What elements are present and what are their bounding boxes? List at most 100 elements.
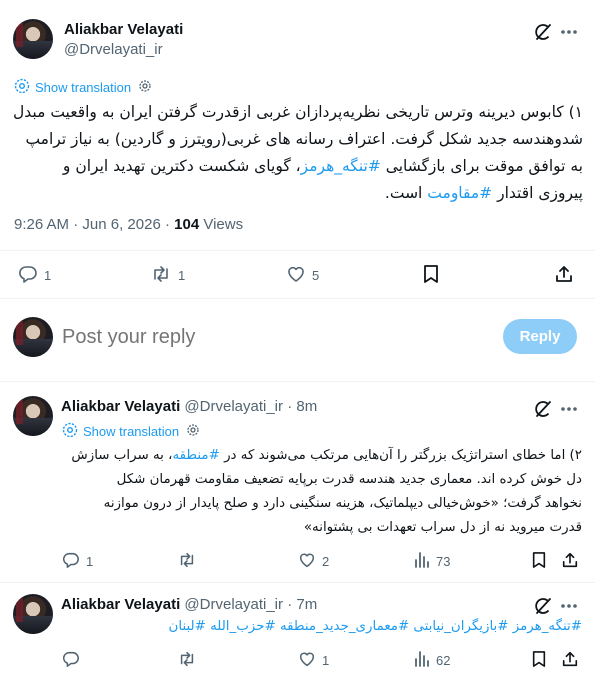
like-action[interactable]: 2 bbox=[298, 551, 329, 572]
translate-icon bbox=[62, 422, 78, 441]
bookmark-action[interactable] bbox=[422, 264, 440, 287]
share-action[interactable] bbox=[561, 650, 579, 671]
reply-button[interactable]: Reply bbox=[503, 319, 577, 354]
views-bars-icon bbox=[414, 650, 430, 671]
reply-bubble-icon bbox=[62, 650, 80, 671]
show-translation-label: Show translation bbox=[35, 80, 132, 95]
repost-action[interactable] bbox=[177, 551, 197, 572]
reply-bubble-icon bbox=[62, 551, 80, 572]
bookmark-icon bbox=[422, 264, 440, 287]
avatar bbox=[13, 317, 53, 357]
author-handle[interactable]: @Drvelayati_ir bbox=[184, 596, 283, 613]
bookmark-action[interactable] bbox=[531, 551, 547, 572]
divider bbox=[0, 298, 595, 299]
hashtag-link[interactable]: #مقاومت bbox=[427, 184, 492, 202]
like-action[interactable]: 5 bbox=[286, 264, 319, 287]
like-action[interactable]: 1 bbox=[298, 650, 329, 671]
tweet-text-line: قدرت میروید نه از دل سراب تعهدات بی پشتو… bbox=[303, 520, 582, 535]
meta-separator: · bbox=[287, 398, 293, 415]
reply-header: Aliakbar Velayati @Drvelayati_ir · 7m bbox=[61, 596, 317, 613]
views-label: Views bbox=[203, 216, 244, 233]
reply-bubble-icon bbox=[18, 264, 38, 287]
like-count: 1 bbox=[322, 653, 330, 668]
tweet-text-line: دل خوش کرده اند. معماری جدید هندسه قدرت … bbox=[116, 472, 582, 487]
heart-icon bbox=[286, 264, 306, 287]
bookmark-action[interactable] bbox=[531, 650, 547, 671]
author-handle[interactable]: @Drvelayati_ir bbox=[64, 41, 163, 58]
heart-icon bbox=[298, 551, 316, 572]
grok-slash-icon[interactable] bbox=[533, 596, 553, 616]
views-count: 62 bbox=[436, 653, 451, 668]
share-action[interactable] bbox=[554, 264, 574, 287]
author-name[interactable]: Aliakbar Velayati bbox=[61, 398, 180, 415]
avatar[interactable] bbox=[13, 396, 53, 436]
like-count: 2 bbox=[322, 554, 330, 569]
reply-input[interactable] bbox=[62, 322, 482, 352]
tweet-text-line: شدوهندسه جدید شکل گرفت. اعتراف رسانه های… bbox=[25, 130, 583, 148]
tweet-text-segment: ۲) اما خطای استراتژیک بزرگتر را آن‌هایی … bbox=[219, 448, 582, 463]
meta-separator: · bbox=[164, 216, 170, 233]
more-dots-icon[interactable] bbox=[560, 406, 578, 412]
repost-arrows-icon bbox=[177, 650, 197, 671]
views-action[interactable]: 73 bbox=[414, 551, 450, 572]
reply-action[interactable] bbox=[62, 650, 80, 671]
tweet-text-segment: به توافق موقت برای بازگشایی bbox=[380, 157, 583, 175]
heart-icon bbox=[298, 650, 316, 671]
tweet-meta: 9:26 AM · Jun 6, 2026 · 104 Views bbox=[14, 216, 243, 233]
reply-text: ۲) اما خطای استراتژیک بزرگتر را آن‌هایی … bbox=[60, 444, 582, 540]
divider bbox=[0, 582, 595, 583]
reply-action[interactable]: 1 bbox=[62, 551, 93, 572]
avatar[interactable] bbox=[13, 19, 53, 59]
meta-separator: · bbox=[73, 216, 79, 233]
repost-arrows-icon bbox=[150, 264, 172, 287]
views-count: 104 bbox=[174, 216, 200, 233]
show-translation-link[interactable]: Show translation bbox=[62, 422, 200, 441]
grok-slash-icon[interactable] bbox=[533, 399, 553, 419]
author-handle[interactable]: @Drvelayati_ir bbox=[184, 398, 283, 415]
views-bars-icon bbox=[414, 551, 430, 572]
tweet-text-segment: است. bbox=[384, 184, 428, 202]
meta-separator: · bbox=[287, 596, 293, 613]
repost-action[interactable] bbox=[177, 650, 197, 671]
hashtag-list[interactable]: #تنگه_هرمز #بازیگران_نیابتی #معماری_جدید… bbox=[60, 616, 582, 638]
tweet-time[interactable]: 9:26 AM bbox=[14, 216, 69, 233]
post-age[interactable]: 8m bbox=[296, 398, 317, 415]
settings-gear-icon[interactable] bbox=[186, 423, 200, 440]
tweet-text-line: ۱) کابوس دیرینه وترس تاریخی نظریه‌پردازا… bbox=[13, 103, 583, 121]
share-upload-icon bbox=[561, 650, 579, 671]
tweet-date[interactable]: Jun 6, 2026 bbox=[82, 216, 160, 233]
translate-icon bbox=[14, 78, 30, 97]
bookmark-icon bbox=[531, 650, 547, 671]
more-dots-icon[interactable] bbox=[560, 29, 578, 35]
reply-count: 1 bbox=[44, 268, 52, 283]
repost-arrows-icon bbox=[177, 551, 197, 572]
show-translation-link[interactable]: Show translation bbox=[14, 78, 152, 97]
like-count: 5 bbox=[312, 268, 320, 283]
reply-header: Aliakbar Velayati @Drvelayati_ir · 8m bbox=[61, 398, 317, 415]
tweet-text-line: به توافق موقت برای بازگشایی #تنگه_هرمز، … bbox=[12, 153, 583, 180]
reply-count: 1 bbox=[86, 554, 94, 569]
divider bbox=[0, 381, 595, 382]
repost-action[interactable]: 1 bbox=[150, 264, 185, 287]
more-dots-icon[interactable] bbox=[560, 603, 578, 609]
author-name[interactable]: Aliakbar Velayati bbox=[64, 21, 183, 38]
avatar[interactable] bbox=[13, 594, 53, 634]
tweet-text-segment: ، گویای شکست دکترین تهدید ایران و bbox=[62, 157, 301, 175]
author-name[interactable]: Aliakbar Velayati bbox=[61, 596, 180, 613]
settings-gear-icon[interactable] bbox=[138, 79, 152, 96]
share-upload-icon bbox=[554, 264, 574, 287]
tweet-text-line: پیروزی اقتدار #مقاومت است. bbox=[12, 180, 583, 207]
share-upload-icon bbox=[561, 551, 579, 572]
grok-slash-icon[interactable] bbox=[533, 22, 553, 42]
tweet-text: ۱) کابوس دیرینه وترس تاریخی نظریه‌پردازا… bbox=[12, 99, 583, 207]
divider bbox=[0, 250, 595, 251]
views-action[interactable]: 62 bbox=[414, 650, 450, 671]
hashtag-link[interactable]: #تنگه_هرمز bbox=[301, 157, 381, 175]
tweet-text-segment: پیروزی اقتدار bbox=[492, 184, 583, 202]
post-age[interactable]: 7m bbox=[296, 596, 317, 613]
show-translation-label: Show translation bbox=[83, 424, 180, 439]
repost-count: 1 bbox=[178, 268, 186, 283]
reply-action[interactable]: 1 bbox=[18, 264, 51, 287]
share-action[interactable] bbox=[561, 551, 579, 572]
hashtag-link[interactable]: #منطقه bbox=[172, 448, 219, 463]
